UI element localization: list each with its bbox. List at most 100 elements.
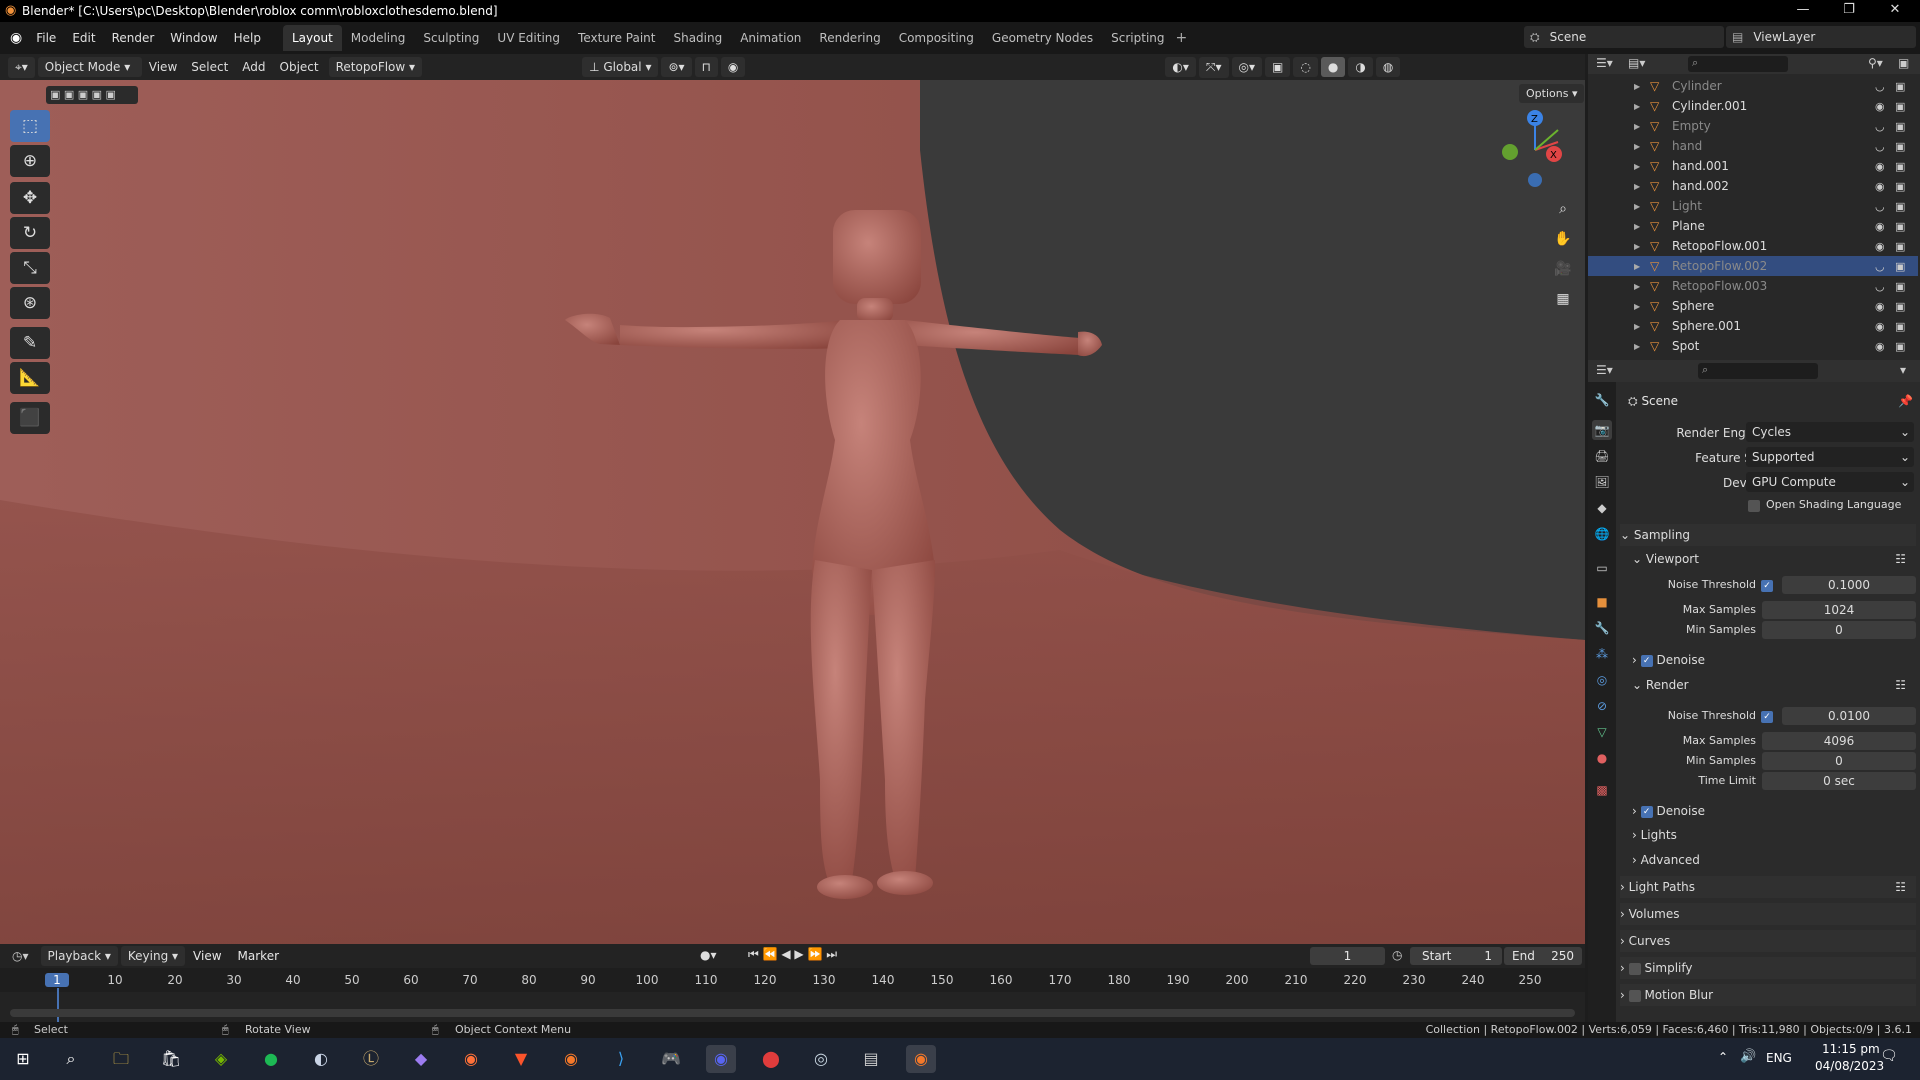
device-select[interactable]: GPU Compute ⌄ [1746,472,1914,492]
outliner-item[interactable]: ▶ ▽ hand ◡ ▣ [1588,136,1918,156]
workspace-tab-rendering[interactable]: Rendering [810,25,889,51]
rendered-shading-icon[interactable]: ◍ [1375,57,1401,77]
menu-help[interactable]: Help [226,31,269,45]
preview-range-icon[interactable]: ◷ [1392,948,1402,962]
expand-icon[interactable]: ▶ [1634,82,1640,91]
render-subpanel-header[interactable]: ⌄ Render ☷ [1620,674,1916,696]
keying-menu[interactable]: Keying ▾ [120,946,186,966]
navigation-gizmo[interactable]: Z X [1490,100,1570,190]
viewport-subpanel-header[interactable]: ⌄ Viewport ☷ [1620,548,1916,570]
collection-tab-icon[interactable]: ▭ [1592,558,1612,578]
new-collection-icon[interactable]: ▣ [1898,56,1909,70]
wireframe-shading-icon[interactable]: ◌ [1293,57,1318,77]
timeline-editor-icon[interactable]: ◷▾ [12,949,29,963]
workspace-tab-uv-editing[interactable]: UV Editing [488,25,569,51]
editor-type-button[interactable]: ⌖▾ [8,56,35,78]
render-camera-icon[interactable]: ▣ [1895,240,1905,253]
material-shading-icon[interactable]: ◑ [1348,57,1373,77]
render-tab-icon[interactable]: 📷 [1592,420,1612,440]
workspace-tab-scripting[interactable]: Scripting [1102,25,1173,51]
render-denoise-panel[interactable]: › ✓ Denoise [1620,800,1916,822]
expand-icon[interactable]: ▶ [1634,322,1640,331]
render-noise-checkbox[interactable]: ✓ [1761,709,1773,723]
expand-icon[interactable]: ▶ [1634,242,1640,251]
tray-chevron-icon[interactable]: ⌃ [1718,1050,1728,1064]
timeline-scrollbar[interactable] [10,1009,1575,1017]
frame-ruler[interactable]: 1 10 20 30 40 50 60 70 80 90 100 110 120 130 140 150 160… [0,968,1585,992]
select-mode-icons[interactable]: ▣ ▣ ▣ ▣ ▣ [46,86,138,104]
volumes-panel[interactable]: › Volumes [1620,903,1916,925]
render-camera-icon[interactable]: ▣ [1895,200,1905,213]
windows-start-icon[interactable]: ⊞ [8,1045,38,1073]
tool-tab-icon[interactable]: 🔧 [1592,390,1612,410]
camera-view-icon[interactable]: 🎥 [1550,256,1576,282]
snap-icon[interactable]: ⊓ [694,57,718,77]
expand-icon[interactable]: ▶ [1634,162,1640,171]
app-icon-3[interactable]: ▤ [856,1045,886,1073]
render-camera-icon[interactable]: ▣ [1895,220,1905,233]
start-frame-field[interactable]: Start 1 [1410,947,1502,965]
cursor-tool[interactable]: ⊕ [10,145,50,177]
constraints-tab-icon[interactable]: ⊘ [1592,696,1612,716]
render-camera-icon[interactable]: ▣ [1895,300,1905,313]
outliner-search-input[interactable]: ⌕ [1688,56,1788,72]
visibility-eye-icon[interactable]: ◉ [1875,240,1885,253]
outliner-item[interactable]: ▶ ▽ Empty ◡ ▣ [1588,116,1918,136]
filter-icon[interactable]: ⚲▾ [1868,56,1883,70]
expand-icon[interactable]: ▶ [1634,102,1640,111]
sampling-panel-header[interactable]: ⌄ Sampling [1620,524,1916,546]
menu-render[interactable]: Render [104,31,163,45]
solid-shading-icon[interactable]: ● [1320,57,1346,77]
workspace-tab-shading[interactable]: Shading [664,25,731,51]
end-frame-field[interactable]: End 250 [1504,947,1582,965]
expand-icon[interactable]: ▶ [1634,202,1640,211]
rotate-tool[interactable]: ↻ [10,217,50,249]
advanced-panel[interactable]: › Advanced [1620,849,1916,871]
render-camera-icon[interactable]: ▣ [1895,80,1905,93]
viewport-denoise-panel[interactable]: › ✓ Denoise [1620,649,1916,671]
menu-window[interactable]: Window [162,31,225,45]
render-camera-icon[interactable]: ▣ [1895,280,1905,293]
visibility-eye-icon[interactable]: ◉ [1875,300,1885,313]
transform-tool[interactable]: ⊛ [10,287,50,319]
volume-icon[interactable]: 🔊 [1740,1049,1756,1064]
expand-icon[interactable]: ▶ [1634,342,1640,351]
menu-file[interactable]: File [28,31,64,45]
visibility-eye-icon[interactable]: ◡ [1875,280,1885,293]
render-max-samples-field[interactable]: 4096 [1762,732,1916,750]
visibility-eye-icon[interactable]: ◉ [1875,320,1885,333]
clock-date[interactable]: 04/08/2023 [1815,1059,1884,1073]
clock-time[interactable]: 11:15 pm [1822,1042,1880,1056]
viewport-min-samples-field[interactable]: 0 [1762,621,1916,639]
game-icon[interactable]: 🎮 [656,1045,686,1073]
outliner-item[interactable]: ▶ ▽ hand.002 ◉ ▣ [1588,176,1918,196]
outliner-item[interactable]: ▶ ▽ Sphere ◉ ▣ [1588,296,1918,316]
outliner-item[interactable]: ▶ ▽ Sphere.001 ◉ ▣ [1588,316,1918,336]
neg-z-axis-handle[interactable] [1528,173,1542,187]
lights-panel[interactable]: › Lights [1620,824,1916,846]
visibility-eye-icon[interactable]: ◉ [1875,100,1885,113]
render-camera-icon[interactable]: ▣ [1895,340,1905,353]
world-tab-icon[interactable]: 🌐 [1592,524,1612,544]
league-icon[interactable]: Ⓛ [356,1045,386,1073]
visibility-eye-icon[interactable]: ◡ [1875,200,1885,213]
language-indicator[interactable]: ENG [1766,1051,1792,1065]
feature-set-select[interactable]: Supported ⌄ [1746,447,1914,467]
view-menu[interactable]: View [142,60,184,74]
visibility-eye-icon[interactable]: ◡ [1875,80,1885,93]
firefox-icon[interactable]: ◉ [456,1045,486,1073]
orientation-selector[interactable]: ⊥ Global ▾ [582,57,659,77]
pivot-icon[interactable]: ⊚▾ [661,57,692,77]
vscode-icon[interactable]: ⟩ [606,1045,636,1073]
obsidian-icon[interactable]: ◆ [406,1045,436,1073]
workspace-tab-compositing[interactable]: Compositing [890,25,983,51]
visibility-eye-icon[interactable]: ◉ [1875,160,1885,173]
brave-icon[interactable]: ▼ [506,1045,536,1073]
visibility-eye-icon[interactable]: ◉ [1875,180,1885,193]
blender-taskbar-icon-1[interactable]: ◉ [556,1045,586,1073]
expand-icon[interactable]: ▶ [1634,142,1640,151]
workspace-tab-sculpting[interactable]: Sculpting [414,25,488,51]
select-box-tool[interactable]: ⬚ [10,110,50,142]
store-icon[interactable]: 🛍 [156,1045,186,1073]
workspace-tab-geometry-nodes[interactable]: Geometry Nodes [983,25,1102,51]
